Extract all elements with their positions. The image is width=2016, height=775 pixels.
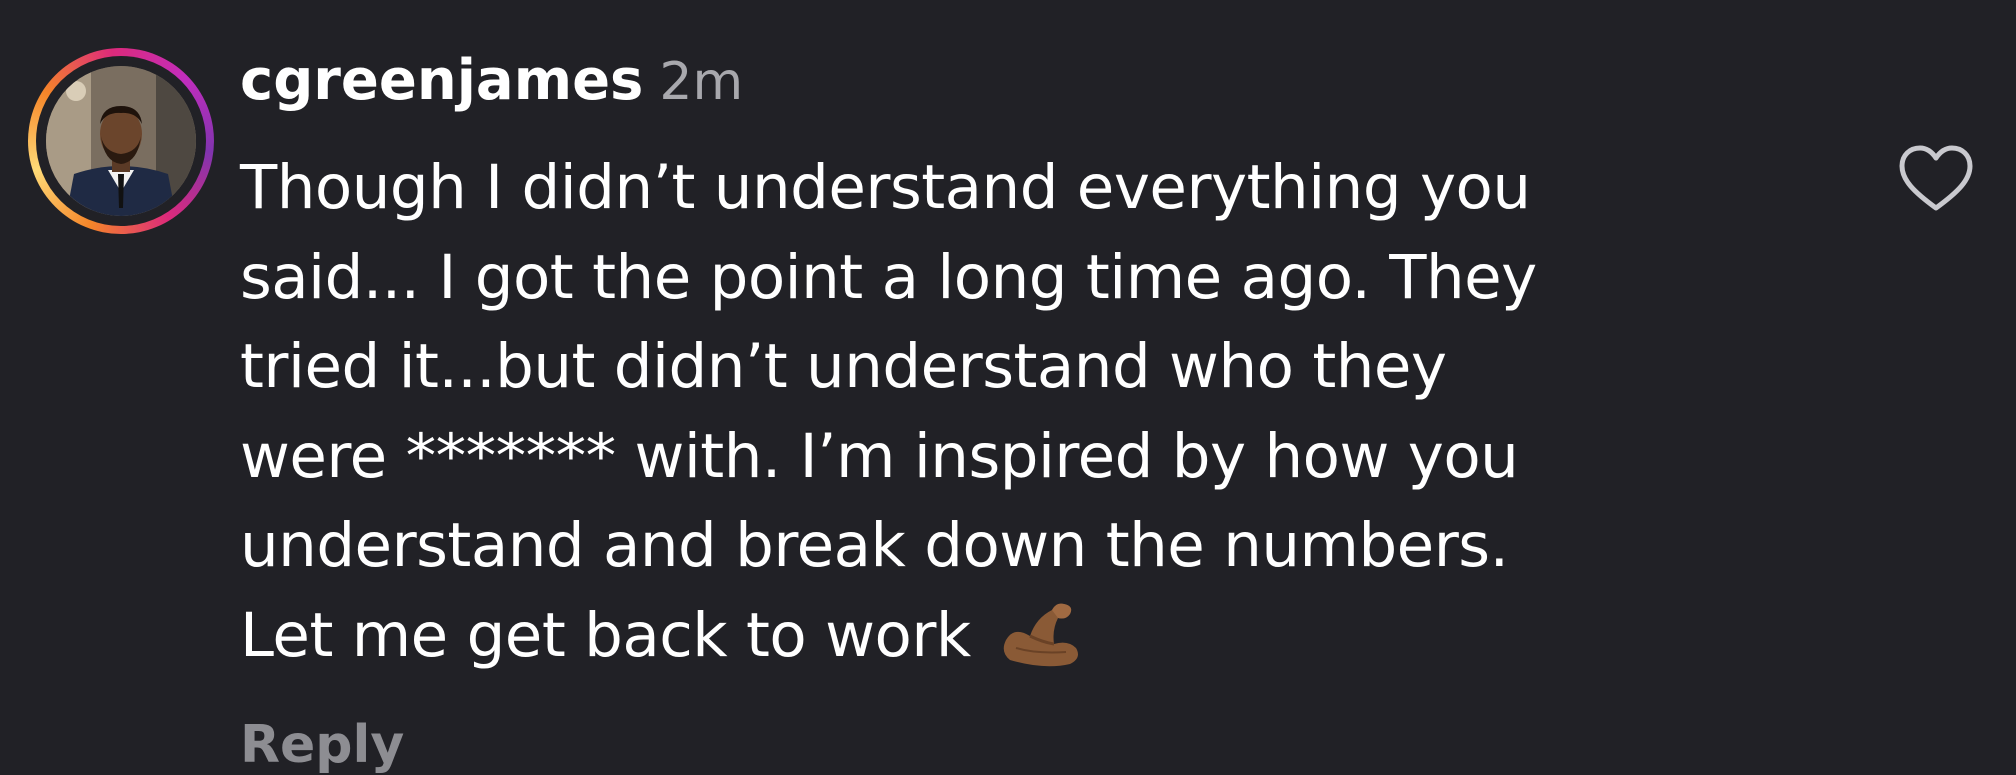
avatar-photo — [46, 66, 196, 216]
comment-line: understand and break down the numbers. — [240, 510, 1509, 581]
comment-item: cgreenjames 2m Though I didn’t understan… — [0, 0, 2016, 775]
comment-line: tried it...but didn’t understand who the… — [240, 331, 1447, 402]
comment-header: cgreenjames 2m — [240, 48, 743, 128]
comment-last-line: Let me get back to work — [240, 591, 1740, 681]
flexed-biceps-emoji — [996, 600, 1084, 668]
username-link[interactable]: cgreenjames — [240, 48, 643, 113]
comment-line: were ******* with. I’m inspired by how y… — [240, 420, 1519, 492]
heart-outline-icon — [1896, 145, 1976, 224]
comment-timestamp: 2m — [659, 52, 744, 112]
like-button[interactable] — [1896, 140, 1976, 220]
avatar[interactable] — [46, 66, 196, 216]
comment-text: Though I didn’t understand everything yo… — [240, 143, 1740, 680]
comment-line: said... I got the point a long time ago.… — [240, 241, 1537, 313]
comment-line: Though I didn’t understand everything yo… — [240, 152, 1531, 223]
comment-line: Let me get back to work — [240, 599, 971, 671]
reply-button[interactable]: Reply — [240, 715, 404, 775]
story-ring[interactable] — [28, 48, 214, 234]
